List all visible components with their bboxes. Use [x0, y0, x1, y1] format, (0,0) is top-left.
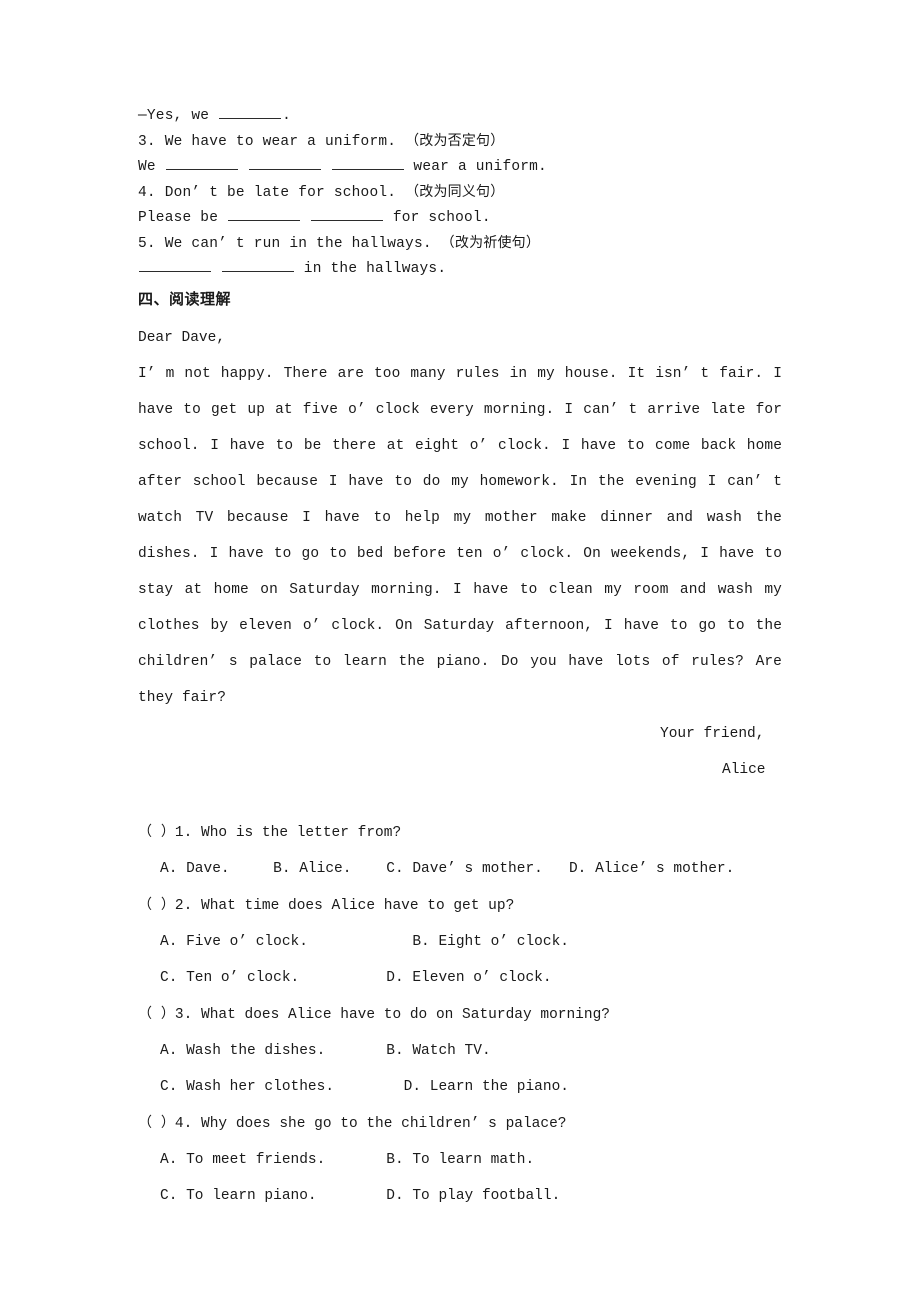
- question-4-sentence: Don’ t be late for school.: [164, 185, 397, 201]
- question-4-prompt: 4. Don’ t be late for school. （改为同义句）: [138, 180, 782, 206]
- question-4-answer-prefix: Please be: [138, 210, 228, 226]
- question-2-options-row-2[interactable]: C. Ten o’ clock. D. Eleven o’ clock.: [138, 960, 782, 996]
- question-2-options-row-1[interactable]: A. Five o’ clock. B. Eight o’ clock.: [138, 924, 782, 960]
- question-1-number: 1.: [174, 825, 193, 841]
- question-5-instruction: （改为祈使句）: [440, 235, 541, 251]
- question-2-number: 2.: [174, 898, 193, 914]
- question-5-sentence: We can’ t run in the hallways.: [164, 236, 432, 252]
- question-5-number: 5.: [138, 236, 156, 252]
- fill-blank[interactable]: [228, 206, 301, 221]
- answer-line-suffix: .: [282, 108, 292, 124]
- question-3-instruction: （改为否定句）: [405, 133, 505, 149]
- question-item-4: （ ）4. Why does she go to the children’ s…: [138, 1105, 782, 1214]
- section-four-heading: 四、阅读理解: [138, 290, 232, 308]
- letter-closing: Your friend,: [660, 726, 765, 742]
- question-5-prompt: 5. We can’ t run in the hallways. （改为祈使句…: [138, 231, 782, 257]
- question-1-text: Who is the letter from?: [201, 825, 402, 841]
- question-3-answer-line: We wear a uniform.: [138, 155, 782, 180]
- question-3-number: 3.: [138, 134, 156, 150]
- question-4-answer-suffix: for school.: [383, 210, 491, 226]
- question-3-comprehension-text: What does Alice have to do on Saturday m…: [201, 1007, 610, 1023]
- fill-blank[interactable]: [139, 257, 211, 272]
- fill-blank[interactable]: [219, 104, 282, 119]
- fill-blank[interactable]: [331, 155, 404, 170]
- section-three-tail: —Yes, we . 3. We have to wear a uniform.…: [138, 104, 782, 282]
- reading-letter: Dear Dave, I’ m not happy. There are too…: [138, 320, 782, 788]
- question-5-answer-suffix: in the hallways.: [294, 261, 447, 277]
- question-3-answer-prefix: We: [138, 159, 165, 175]
- question-2-text: What time does Alice have to get up?: [201, 898, 515, 914]
- question-2-line: （ ）2. What time does Alice have to get u…: [138, 887, 782, 924]
- question-3-answer-suffix: wear a uniform.: [404, 159, 547, 175]
- question-4-instruction: （改为同义句）: [405, 184, 505, 200]
- fill-blank[interactable]: [310, 206, 383, 221]
- question-3-comprehension-line: （ ）3. What does Alice have to do on Satu…: [138, 996, 782, 1033]
- fill-blank[interactable]: [248, 155, 321, 170]
- answer-bracket[interactable]: （ ）: [138, 824, 175, 840]
- answer-line-yes-we: —Yes, we .: [138, 104, 782, 129]
- question-3-options-row-2[interactable]: C. Wash her clothes. D. Learn the piano.: [138, 1069, 782, 1105]
- answer-bracket[interactable]: （ ）: [138, 1006, 175, 1022]
- answer-line-prefix: —Yes, we: [138, 108, 219, 124]
- letter-salutation: Dear Dave,: [138, 330, 226, 346]
- question-item-2: （ ）2. What time does Alice have to get u…: [138, 887, 782, 996]
- fill-blank[interactable]: [165, 155, 238, 170]
- letter-body: I’ m not happy. There are too many rules…: [138, 366, 782, 706]
- question-item-1: （ ）1. Who is the letter from? A. Dave. B…: [138, 814, 782, 887]
- question-4-comprehension-line: （ ）4. Why does she go to the children’ s…: [138, 1105, 782, 1142]
- answer-bracket[interactable]: （ ）: [138, 1115, 175, 1131]
- question-1-options-row-1[interactable]: A. Dave. B. Alice. C. Dave’ s mother. D.…: [138, 851, 782, 887]
- question-3-prompt: 3. We have to wear a uniform. （改为否定句）: [138, 129, 782, 155]
- question-4-options-row-1[interactable]: A. To meet friends. B. To learn math.: [138, 1142, 782, 1178]
- question-5-answer-line: in the hallways.: [138, 257, 782, 282]
- question-item-3: （ ）3. What does Alice have to do on Satu…: [138, 996, 782, 1105]
- question-4-options-row-2[interactable]: C. To learn piano. D. To play football.: [138, 1178, 782, 1214]
- question-4-answer-line: Please be for school.: [138, 206, 782, 231]
- question-3-options-row-1[interactable]: A. Wash the dishes. B. Watch TV.: [138, 1033, 782, 1069]
- worksheet-page: —Yes, we . 3. We have to wear a uniform.…: [0, 0, 920, 1303]
- answer-bracket[interactable]: （ ）: [138, 897, 175, 913]
- question-4-comprehension-number: 4.: [174, 1116, 193, 1132]
- question-1-line: （ ）1. Who is the letter from?: [138, 814, 782, 851]
- question-4-number: 4.: [138, 185, 156, 201]
- letter-signature: Alice: [722, 762, 766, 778]
- question-3-sentence: We have to wear a uniform.: [164, 134, 397, 150]
- question-3-comprehension-number: 3.: [174, 1007, 193, 1023]
- question-4-comprehension-text: Why does she go to the children’ s palac…: [201, 1116, 567, 1132]
- fill-blank[interactable]: [221, 257, 294, 272]
- comprehension-questions: （ ）1. Who is the letter from? A. Dave. B…: [138, 814, 782, 1214]
- page-content: —Yes, we . 3. We have to wear a uniform.…: [138, 104, 782, 1214]
